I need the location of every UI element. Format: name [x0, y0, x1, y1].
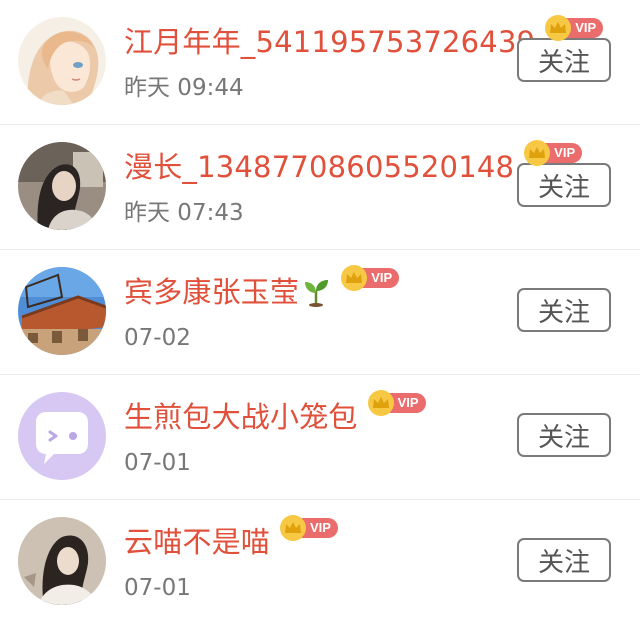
timestamp: 07-01	[124, 575, 191, 601]
username[interactable]: 云喵不是喵	[124, 522, 270, 562]
avatar[interactable]	[18, 142, 106, 230]
list-item[interactable]: 漫长_13487708605520148 VIP 昨天 07:43 关注	[0, 125, 640, 250]
avatar[interactable]	[18, 392, 106, 480]
username[interactable]: 宾多康张玉莹	[124, 272, 299, 312]
vip-badge: VIP	[341, 265, 400, 291]
username[interactable]: 生煎包大战小笼包	[124, 397, 358, 437]
follow-button[interactable]: 关注	[517, 538, 611, 582]
list-item[interactable]: 生煎包大战小笼包 VIP 07-01 关注	[0, 375, 640, 500]
avatar[interactable]	[18, 517, 106, 605]
list-item[interactable]: 江月年年_541195753726439 VIP 昨天 09:44 关注	[0, 0, 640, 125]
woman-photo-avatar-icon	[18, 142, 106, 230]
crown-icon	[367, 390, 394, 416]
list-item[interactable]: 宾多康张玉莹 VIP 07-02 关注	[0, 250, 640, 375]
portrait-photo-avatar-icon	[18, 517, 106, 605]
list-item[interactable]: 云喵不是喵 VIP 07-01 关注	[0, 500, 640, 625]
illustrated-girl-avatar-icon	[18, 17, 106, 105]
follow-button[interactable]: 关注	[517, 38, 611, 82]
avatar[interactable]	[18, 17, 106, 105]
timestamp: 07-01	[124, 450, 191, 476]
vip-badge: VIP	[280, 515, 338, 541]
timestamp: 昨天 07:43	[124, 200, 244, 226]
username[interactable]: 漫长_13487708605520148	[124, 147, 514, 187]
building-sky-avatar-icon	[18, 267, 106, 355]
timestamp: 昨天 09:44	[124, 75, 244, 101]
purple-chat-bubble-avatar-icon	[18, 392, 106, 480]
follower-list: 江月年年_541195753726439 VIP 昨天 09:44 关注 漫长_…	[0, 0, 640, 625]
follow-button[interactable]: 关注	[517, 288, 611, 332]
timestamp: 07-02	[124, 325, 191, 351]
vip-badge: VIP	[367, 390, 426, 416]
follow-button[interactable]: 关注	[517, 413, 611, 457]
username[interactable]: 江月年年_541195753726439	[124, 22, 535, 62]
crown-icon	[280, 515, 307, 541]
seedling-icon	[305, 280, 329, 307]
avatar[interactable]	[18, 267, 106, 355]
crown-icon	[524, 140, 551, 166]
follow-button[interactable]: 关注	[517, 163, 611, 207]
